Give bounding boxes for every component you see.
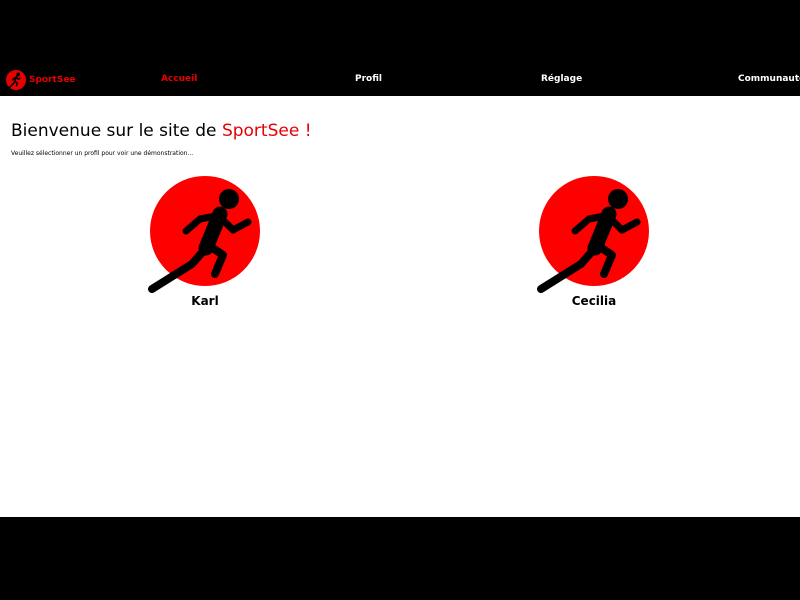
- profile-name-karl: Karl: [191, 294, 219, 308]
- page-title-accent: SportSee !: [221, 121, 312, 141]
- brand-name: SportSee: [29, 75, 76, 85]
- nav-link-accueil[interactable]: Accueil: [161, 74, 197, 84]
- runner-icon: [537, 176, 649, 293]
- main-content: Bienvenue sur le site de SportSee ! Veui…: [0, 96, 800, 517]
- runner-logo-icon: [6, 70, 26, 90]
- profile-card-karl[interactable]: Karl: [140, 176, 270, 316]
- profile-name-cecilia: Cecilia: [571, 294, 617, 308]
- top-bar: SportSee Accueil Profil Réglage Communau…: [0, 0, 800, 96]
- page-title-prefix: Bienvenue sur le site de: [11, 121, 222, 141]
- brand-logo[interactable]: SportSee: [6, 69, 76, 91]
- nav-link-profil[interactable]: Profil: [355, 74, 382, 84]
- nav-link-reglage[interactable]: Réglage: [541, 74, 582, 84]
- bottom-bar: [0, 517, 800, 600]
- runner-icon: [148, 176, 260, 293]
- page-subtitle: Veuillez sélectionner un profil pour voi…: [11, 150, 194, 157]
- profile-card-cecilia[interactable]: Cecilia: [529, 176, 659, 316]
- page-title: Bienvenue sur le site de SportSee !: [11, 121, 312, 141]
- nav-link-communaute[interactable]: Communauté: [738, 74, 800, 84]
- main-navigation: SportSee Accueil Profil Réglage Communau…: [0, 68, 800, 92]
